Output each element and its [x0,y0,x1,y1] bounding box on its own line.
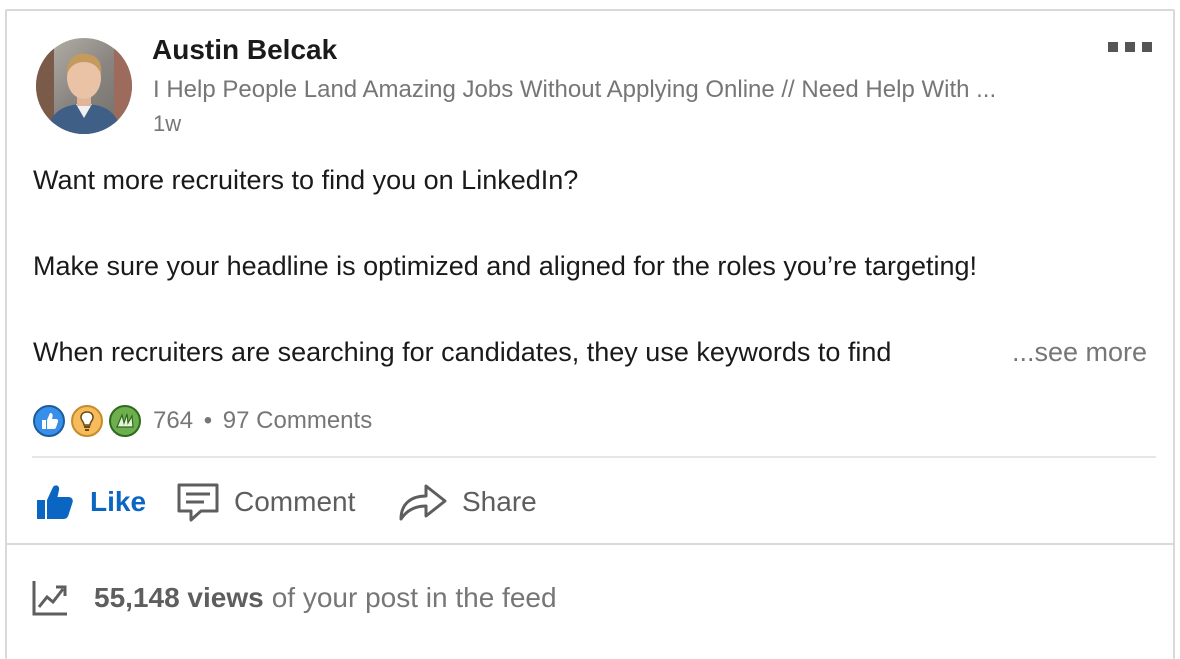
author-avatar[interactable] [36,38,132,134]
menu-dot [1108,42,1118,52]
post-body-line: When recruiters are searching for candid… [33,337,892,367]
menu-dot [1125,42,1135,52]
like-label: Like [90,486,147,517]
divider [32,456,1156,458]
reaction-count-value: 764 [153,407,194,434]
share-label: Share [462,486,537,517]
comments-count[interactable]: 97 Comments [223,407,372,434]
menu-dot [1142,42,1152,52]
like-button[interactable]: Like [34,474,146,530]
reaction-count[interactable]: 764 • 97 Comments [153,405,372,437]
trending-chart-icon [32,581,67,616]
author-headline: I Help People Land Amazing Jobs Without … [153,76,997,103]
like-reaction-icon [33,405,65,437]
comment-label: Comment [234,486,356,517]
views-suffix: of your post in the feed [271,582,557,613]
divider [5,543,1175,545]
share-arrow-icon [399,484,447,521]
thumbs-up-icon [37,485,73,519]
insightful-reaction-icon [71,405,103,437]
separator-dot: • [203,407,213,434]
see-more-link[interactable]: ...see more [1012,337,1147,368]
comment-button[interactable]: Comment [176,474,355,530]
comment-icon [177,483,219,522]
post-analytics-link[interactable]: 55,148 views of your post in the feed [30,576,557,620]
reaction-icons[interactable] [33,405,147,437]
celebrate-reaction-icon [109,405,141,437]
post-body-line: Make sure your headline is optimized and… [33,251,978,281]
share-button[interactable]: Share [398,474,537,530]
views-count: 55,148 views [94,582,264,613]
author-name[interactable]: Austin Belcak [152,34,337,66]
post-card [5,9,1175,659]
post-timestamp: 1w [153,111,182,136]
more-options-icon[interactable] [1104,36,1156,58]
post-body-line: Want more recruiters to find you on Link… [33,165,579,195]
